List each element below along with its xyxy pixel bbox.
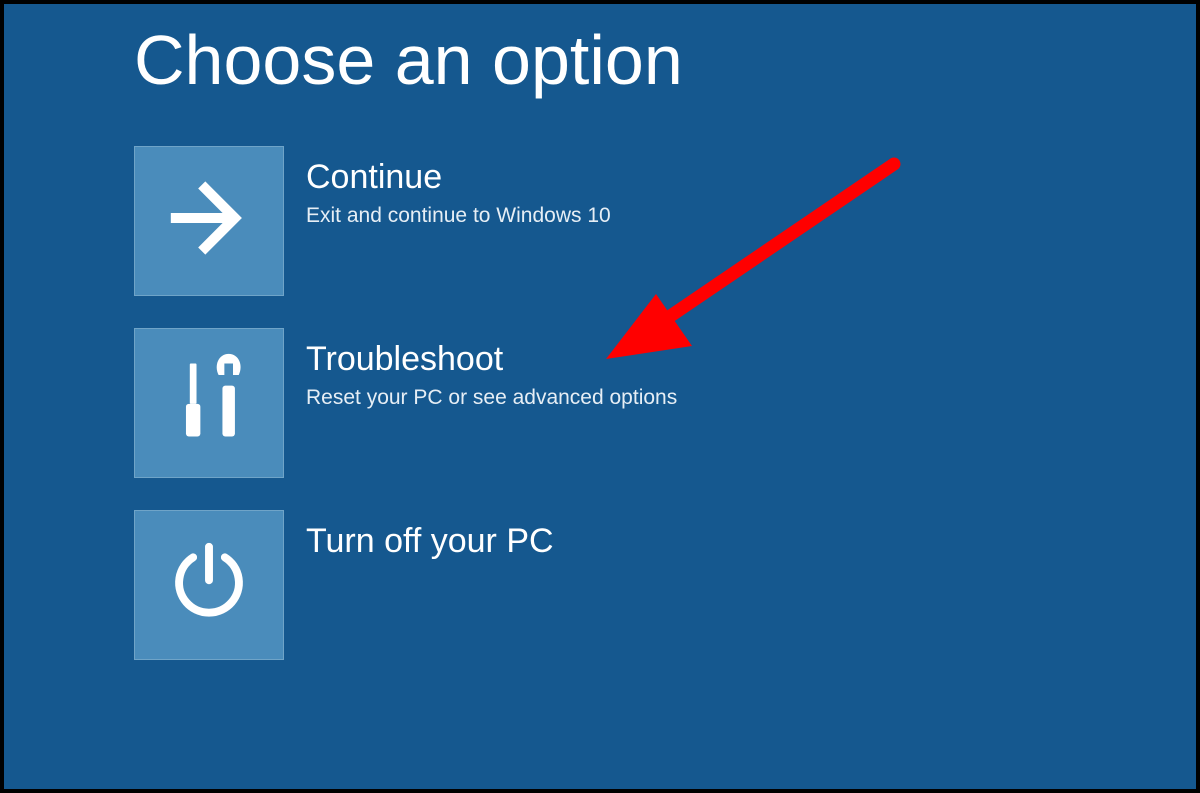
option-description: Reset your PC or see advanced options [306, 385, 677, 411]
option-tile [134, 146, 284, 296]
option-continue[interactable]: Continue Exit and continue to Windows 10 [134, 146, 611, 296]
option-text: Turn off your PC [284, 510, 554, 567]
tools-icon [161, 352, 257, 453]
arrow-right-icon [163, 172, 255, 269]
option-troubleshoot[interactable]: Troubleshoot Reset your PC or see advanc… [134, 328, 677, 478]
options-list: Continue Exit and continue to Windows 10 [134, 146, 1196, 660]
option-description: Exit and continue to Windows 10 [306, 203, 611, 229]
option-title: Turn off your PC [306, 522, 554, 561]
option-tile [134, 510, 284, 660]
option-turn-off[interactable]: Turn off your PC [134, 510, 554, 660]
option-title: Troubleshoot [306, 340, 677, 379]
recovery-screen: Choose an option Continue Exit and conti… [4, 4, 1196, 789]
power-icon [165, 538, 253, 631]
option-text: Troubleshoot Reset your PC or see advanc… [284, 328, 677, 411]
page-title: Choose an option [134, 24, 1196, 98]
option-tile [134, 328, 284, 478]
option-title: Continue [306, 158, 611, 197]
option-text: Continue Exit and continue to Windows 10 [284, 146, 611, 229]
